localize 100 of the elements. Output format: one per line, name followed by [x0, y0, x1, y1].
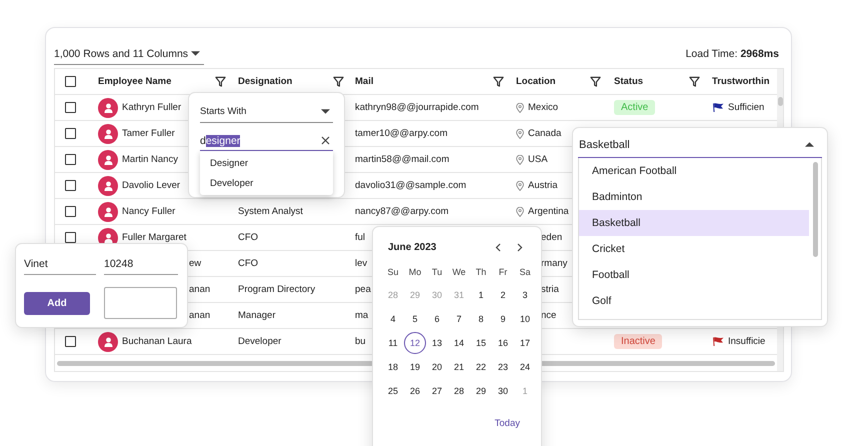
chevron-left-icon [495, 242, 501, 252]
calendar-day[interactable]: 11 [382, 332, 404, 354]
checkbox[interactable] [65, 102, 76, 113]
input-field[interactable]: 10248 [104, 253, 178, 275]
calendar-day[interactable]: 27 [426, 380, 448, 402]
dropdown-option[interactable]: Cricket [579, 236, 809, 262]
sport-select[interactable]: Basketball [578, 132, 822, 158]
column-header: Employee Name [98, 76, 172, 87]
table-cell: davolio31@@sample.com [355, 180, 466, 191]
calendar-day[interactable]: 13 [426, 332, 448, 354]
column-header: Trustworthin [712, 76, 771, 87]
weekday-label: Th [474, 266, 488, 279]
table-cell: USA [528, 154, 548, 165]
weekday-label: Sa [518, 266, 532, 279]
table-cell: Nancy Fuller [122, 206, 176, 217]
calendar-day[interactable]: 8 [470, 308, 492, 330]
add-button[interactable]: Add [24, 292, 90, 315]
calendar-day[interactable]: 25 [382, 380, 404, 402]
table-cell: ful [355, 232, 366, 243]
calendar-day[interactable]: 5 [404, 308, 426, 330]
scrollbar-thumb[interactable] [812, 162, 818, 257]
calendar-day[interactable]: 18 [382, 356, 404, 378]
calendar-title: June 2023 [388, 242, 436, 252]
calendar-day[interactable]: 14 [448, 332, 470, 354]
table-cell: martin58@@mail.com [355, 154, 450, 165]
calendar-day[interactable]: 3 [514, 284, 536, 306]
table-cell: eden [541, 232, 562, 243]
table-cell: System Analyst [238, 206, 303, 217]
calendar-day[interactable]: 6 [426, 308, 448, 330]
column-header: Status [614, 76, 644, 87]
calendar-day[interactable]: 4 [382, 308, 404, 330]
load-time: Load Time: 2968ms [686, 48, 780, 60]
calendar-day[interactable]: 26 [404, 380, 426, 402]
calendar-day[interactable]: 29 [470, 380, 492, 402]
column-header: Mail [355, 76, 374, 87]
filter-icon[interactable] [590, 76, 601, 87]
dropdown-option[interactable]: Football [579, 262, 809, 288]
calendar-day[interactable]: 7 [448, 308, 470, 330]
filter-icon[interactable] [215, 76, 226, 87]
table-cell: Kathryn Fuller [122, 102, 182, 113]
filter-icon[interactable] [493, 76, 504, 87]
close-icon[interactable] [321, 136, 330, 145]
calendar-day[interactable]: 16 [492, 332, 514, 354]
calendar-day[interactable]: 24 [514, 356, 536, 378]
calendar-day[interactable]: 22 [470, 356, 492, 378]
table-cell: stria [541, 284, 559, 295]
checkbox[interactable] [65, 206, 76, 217]
suggestion-item[interactable]: Developer [200, 173, 333, 193]
table-cell: rmany [541, 258, 568, 269]
dropdown-option[interactable]: Golf [579, 288, 809, 314]
calendar-day[interactable]: 28 [448, 380, 470, 402]
weekday-label: We [451, 266, 467, 279]
calendar-day[interactable]: 9 [492, 308, 514, 330]
checkbox[interactable] [65, 180, 76, 191]
calendar-day[interactable]: 19 [404, 356, 426, 378]
calendar-day[interactable]: 21 [448, 356, 470, 378]
checkbox[interactable] [65, 154, 76, 165]
suggestion-item[interactable]: Designer [200, 153, 333, 173]
calendar-day[interactable]: 20 [426, 356, 448, 378]
calendar-day[interactable]: 15 [470, 332, 492, 354]
calendar-day[interactable]: 2 [492, 284, 514, 306]
table-cell: Manager [238, 310, 276, 321]
table-cell: bu [355, 336, 366, 347]
operator-select[interactable]: Starts With [200, 101, 333, 123]
column-header: Location [516, 76, 557, 87]
calendar-day[interactable]: 30 [492, 380, 514, 402]
dropdown-option[interactable]: Badminton [579, 184, 809, 210]
checkbox[interactable] [65, 76, 76, 87]
table-cell: anan [189, 310, 210, 321]
table-cell: kathryn98@@jourrapide.com [355, 102, 479, 113]
table-cell: Canada [528, 128, 562, 139]
table-cell: CFO [238, 232, 258, 243]
person-icon [104, 128, 112, 138]
calendar-day[interactable]: 1 [470, 284, 492, 306]
location-pin-icon [516, 180, 524, 190]
person-icon [104, 336, 112, 346]
person-icon [104, 206, 112, 216]
filter-icon[interactable] [333, 76, 344, 87]
table-cell: Martin Nancy [122, 154, 178, 165]
checkbox[interactable] [65, 232, 76, 243]
table-cell: Mexico [528, 102, 558, 113]
table-cell: Austria [528, 180, 558, 191]
input-field[interactable]: Vinet [24, 253, 96, 275]
filter-icon[interactable] [689, 76, 700, 87]
dropdown-option[interactable]: American Football [579, 158, 809, 184]
calendar-day[interactable]: 10 [514, 308, 536, 330]
calendar-day[interactable]: 23 [492, 356, 514, 378]
dropdown-option[interactable]: Basketball [579, 210, 809, 236]
table-cell: Tamer Fuller [122, 128, 175, 139]
weekday-label: Mo [408, 266, 422, 279]
calendar-day[interactable]: 17 [514, 332, 536, 354]
table-cell: Program Directory [238, 284, 316, 295]
rows-select[interactable]: 1,000 Rows and 11 Columns [54, 43, 204, 65]
checkbox[interactable] [65, 128, 76, 139]
today-button[interactable]: Today [494, 418, 520, 429]
caret-icon [805, 142, 814, 147]
table-cell: Davolio Lever [122, 180, 180, 191]
status-badge: Active [614, 100, 656, 115]
calendar-day[interactable]: 12 [404, 332, 426, 354]
checkbox[interactable] [65, 336, 76, 347]
